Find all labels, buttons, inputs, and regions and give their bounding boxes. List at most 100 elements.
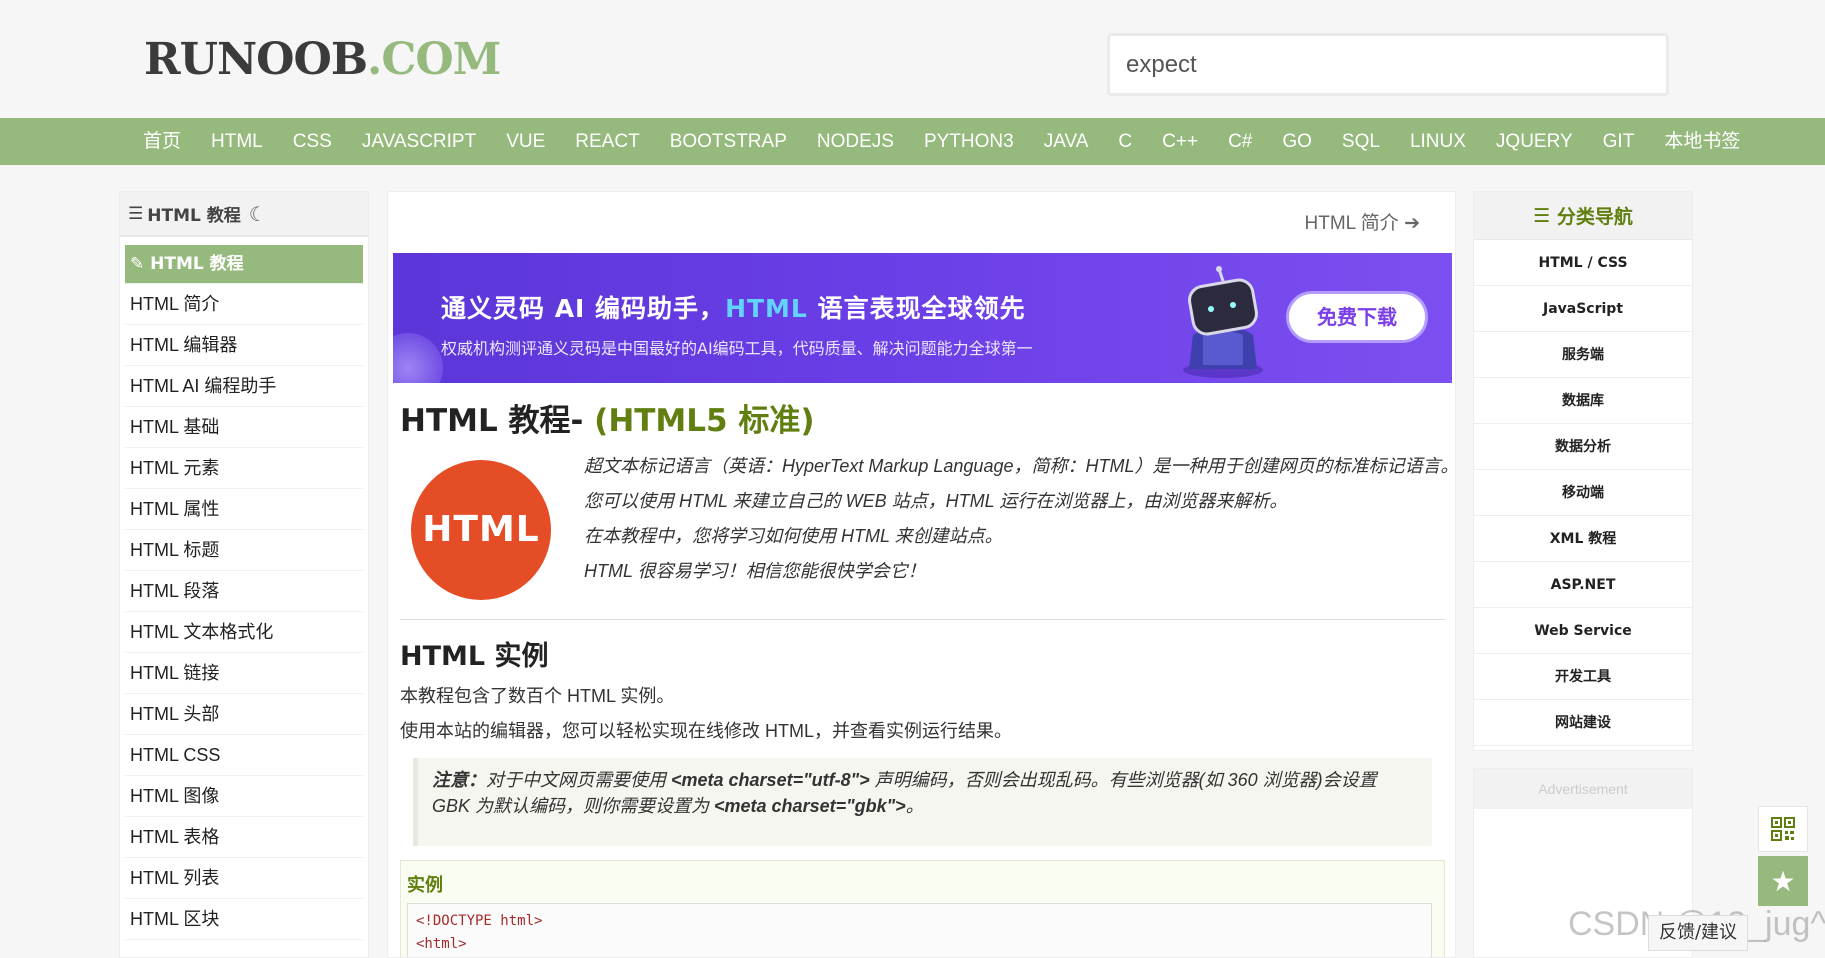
sidebar-item[interactable]: HTML 链接 bbox=[125, 653, 363, 694]
nav-item[interactable]: VUE bbox=[491, 118, 560, 165]
bubble-decoration bbox=[393, 333, 443, 383]
sidebar-item[interactable]: HTML 表格 bbox=[125, 817, 363, 858]
nav-item[interactable]: BOOTSTRAP bbox=[655, 118, 802, 165]
sidebar-item[interactable]: HTML 列表 bbox=[125, 858, 363, 899]
page-title-sub: (HTML5 标准) bbox=[594, 403, 815, 439]
sidebar-item[interactable]: HTML 元素 bbox=[125, 448, 363, 489]
nav-item[interactable]: SQL bbox=[1327, 118, 1395, 165]
top-nav: 首页 HTML CSS JAVASCRIPT VUE REACT BOOTSTRAP NODE… bbox=[0, 118, 1825, 165]
nav-item[interactable]: REACT bbox=[560, 118, 654, 165]
sidebar-item-label: HTML 段落 bbox=[130, 581, 220, 601]
right-sidebar: ☰ 分类导航 HTML / CSS JavaScript 服务端 数据库 数据分析 移动端… bbox=[1473, 191, 1693, 751]
sidebar-list: ✎ HTML 教程 HTML 简介 HTML 编辑器 HTML AI 编程助手 HTML… bbox=[120, 245, 368, 940]
site-logo[interactable]: RUNOOB.COM bbox=[144, 38, 501, 82]
category-item[interactable]: ASP.NET bbox=[1474, 562, 1692, 608]
search-input[interactable] bbox=[1110, 36, 1666, 93]
nav-list: 首页 HTML CSS JAVASCRIPT VUE REACT BOOTSTRAP NODE… bbox=[128, 118, 1755, 165]
sidebar-item-label: HTML AI 编程助手 bbox=[130, 376, 277, 396]
nav-item[interactable]: 本地书签 bbox=[1649, 118, 1755, 165]
nav-item[interactable]: JAVASCRIPT bbox=[347, 118, 491, 165]
note-label: 注意： bbox=[432, 770, 486, 790]
sidebar-item[interactable]: HTML 文本格式化 bbox=[125, 612, 363, 653]
left-sidebar: ☰ HTML 教程 ☾ ✎ HTML 教程 HTML 简介 HTML 编辑器 HTML… bbox=[119, 191, 369, 958]
sidebar-item[interactable]: HTML 段落 bbox=[125, 571, 363, 612]
logo-main: RUNOOB bbox=[144, 34, 368, 85]
nav-item[interactable]: GO bbox=[1267, 118, 1327, 165]
sidebar-title: HTML 教程 bbox=[147, 206, 241, 226]
robot-mascot-icon bbox=[1183, 266, 1263, 378]
sidebar-item-label: HTML 图像 bbox=[130, 786, 220, 806]
note-code-2: <meta charset="gbk"> bbox=[714, 796, 906, 816]
category-item[interactable]: 数据分析 bbox=[1474, 424, 1692, 470]
nav-item[interactable]: CSS bbox=[278, 118, 347, 165]
nav-item[interactable]: PYTHON3 bbox=[909, 118, 1029, 165]
intro-line: 在本教程中，您将学习如何使用 HTML 来创建站点。 bbox=[584, 526, 1003, 546]
next-page-link[interactable]: HTML 简介 ➔ bbox=[1305, 208, 1421, 235]
paragraph: 本教程包含了数百个 HTML 实例。 bbox=[400, 686, 675, 706]
moon-icon[interactable]: ☾ bbox=[249, 202, 267, 226]
free-download-button[interactable]: 免费下载 bbox=[1286, 291, 1428, 343]
category-item[interactable]: 网站建设 bbox=[1474, 700, 1692, 746]
nav-item[interactable]: GIT bbox=[1588, 118, 1650, 165]
sidebar-item[interactable]: HTML 图像 bbox=[125, 776, 363, 817]
sidebar-item-active[interactable]: ✎ HTML 教程 bbox=[125, 245, 363, 284]
star-icon: ★ bbox=[1770, 864, 1796, 898]
sidebar-item[interactable]: HTML 简介 bbox=[125, 284, 363, 325]
nav-item[interactable]: JQUERY bbox=[1481, 118, 1588, 165]
sidebar-item[interactable]: HTML 编辑器 bbox=[125, 325, 363, 366]
example-box: 实例 <!DOCTYPE html> <html> bbox=[400, 860, 1445, 957]
nav-item[interactable]: C++ bbox=[1147, 118, 1213, 165]
sidebar-item[interactable]: HTML CSS bbox=[125, 735, 363, 776]
nav-item[interactable]: NODEJS bbox=[802, 118, 909, 165]
category-item[interactable]: Web Service bbox=[1474, 608, 1692, 654]
nav-item[interactable]: HTML bbox=[196, 118, 278, 165]
code-block[interactable]: <!DOCTYPE html> <html> bbox=[407, 903, 1432, 957]
category-item[interactable]: 服务端 bbox=[1474, 332, 1692, 378]
qrcode-button[interactable] bbox=[1758, 806, 1808, 852]
site-header: RUNOOB.COM bbox=[0, 0, 1825, 118]
category-item[interactable]: XML 教程 bbox=[1474, 516, 1692, 562]
sidebar-item-label: HTML 属性 bbox=[130, 499, 220, 519]
category-item[interactable]: HTML / CSS bbox=[1474, 240, 1692, 286]
sidebar-item-label: HTML 编辑器 bbox=[130, 335, 238, 355]
page-title: HTML 教程- (HTML5 标准) bbox=[400, 395, 815, 440]
category-nav-title: 分类导航 bbox=[1556, 206, 1633, 228]
category-item[interactable]: 数据库 bbox=[1474, 378, 1692, 424]
sidebar-item[interactable]: HTML 属性 bbox=[125, 489, 363, 530]
nav-item[interactable]: 首页 bbox=[128, 118, 196, 165]
sidebar-item[interactable]: HTML 区块 bbox=[125, 899, 363, 940]
nav-item[interactable]: C bbox=[1103, 118, 1147, 165]
code-line: <html> bbox=[416, 936, 467, 952]
banner-title-post: 语言表现全球领先 bbox=[807, 294, 1026, 323]
sidebar-item[interactable]: HTML 基础 bbox=[125, 407, 363, 448]
list-icon: ☰ bbox=[1533, 204, 1557, 227]
category-nav-header: ☰ 分类导航 bbox=[1474, 192, 1692, 240]
note-box: 注意：对于中文网页需要使用 <meta charset="utf-8"> 声明编… bbox=[413, 758, 1432, 846]
bookmark-star-button[interactable]: ★ bbox=[1758, 856, 1808, 906]
banner-title-highlight: HTML bbox=[725, 294, 808, 323]
nav-item[interactable]: LINUX bbox=[1395, 118, 1481, 165]
sidebar-item-label: HTML 列表 bbox=[130, 868, 220, 888]
category-list: HTML / CSS JavaScript 服务端 数据库 数据分析 移动端 XML 教程 A… bbox=[1474, 240, 1692, 746]
html-logo-icon: HTML bbox=[411, 460, 551, 600]
sidebar-item[interactable]: HTML AI 编程助手 bbox=[125, 366, 363, 407]
advertisement-label: Advertisement bbox=[1474, 769, 1692, 809]
code-line: <!DOCTYPE html> bbox=[416, 913, 543, 929]
qrcode-icon bbox=[1771, 817, 1795, 841]
arrow-right-icon: ➔ bbox=[1404, 213, 1420, 234]
nav-item[interactable]: C# bbox=[1213, 118, 1267, 165]
ad-banner[interactable]: 通义灵码 AI 编码助手，HTML 语言表现全球领先 权威机构测评通义灵码是中国… bbox=[393, 253, 1452, 383]
sidebar-item-label: HTML 简介 bbox=[130, 294, 220, 314]
note-code-1: <meta charset="utf-8"> bbox=[671, 770, 870, 790]
feedback-button[interactable]: 反馈/建议 bbox=[1648, 915, 1748, 951]
sidebar-item[interactable]: HTML 标题 bbox=[125, 530, 363, 571]
category-item[interactable]: JavaScript bbox=[1474, 286, 1692, 332]
banner-title: 通义灵码 AI 编码助手，HTML 语言表现全球领先 bbox=[441, 289, 1026, 325]
intro-line: 超文本标记语言（英语：HyperText Markup Language，简称：… bbox=[584, 456, 1456, 476]
sidebar-item[interactable]: HTML 头部 bbox=[125, 694, 363, 735]
nav-item[interactable]: JAVA bbox=[1029, 118, 1104, 165]
category-item[interactable]: 移动端 bbox=[1474, 470, 1692, 516]
example-label: 实例 bbox=[407, 875, 443, 896]
category-item[interactable]: 开发工具 bbox=[1474, 654, 1692, 700]
page-title-main: HTML 教程- bbox=[400, 403, 584, 439]
